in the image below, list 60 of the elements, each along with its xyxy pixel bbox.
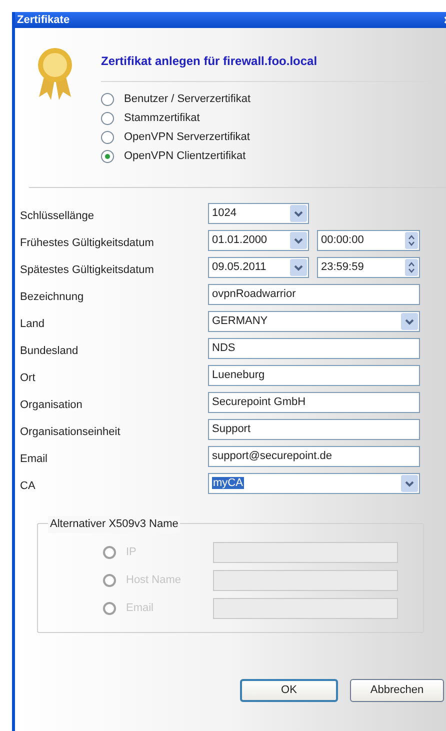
field-label: Bundesland <box>20 344 80 360</box>
field-value: 01.01.2000 <box>212 234 268 246</box>
spin-button[interactable] <box>405 232 418 249</box>
dialog-button[interactable]: Abbrechen <box>350 679 444 702</box>
field-value: GERMANY <box>212 315 268 328</box>
field-label: Land <box>20 317 46 332</box>
up-down-arrows-icon <box>408 235 415 246</box>
field-label: Organisation <box>20 398 84 414</box>
field-label: CA <box>20 479 36 494</box>
dropdown-button[interactable] <box>290 232 307 249</box>
award-ribbon-icon <box>35 45 75 101</box>
time-field[interactable]: 23:59:59 <box>317 257 420 278</box>
chevron-down-icon <box>405 480 414 486</box>
text-field[interactable]: NDS <box>208 338 420 359</box>
field-label: Organisationseinheit <box>20 425 122 440</box>
field-label: Spätestes Gültigkeitsdatum <box>20 263 155 278</box>
radio-label: Benutzer / Serverzertifikat <box>124 92 251 108</box>
dropdown-button[interactable] <box>401 313 418 330</box>
dropdown-button[interactable] <box>401 475 418 492</box>
text-field[interactable]: Lueneburg <box>208 365 420 386</box>
field-label: Frühestes Gültigkeitsdatum <box>20 236 155 252</box>
text-field[interactable]: support@securepoint.de <box>208 446 420 467</box>
text-field[interactable]: Securepoint GmbH <box>208 392 420 413</box>
radio-label: OpenVPN Clientzertifikat <box>124 149 246 164</box>
dialog-button[interactable]: OK <box>240 679 338 702</box>
field-label: Ort <box>20 371 36 386</box>
field-value: 09.05.2011 <box>212 261 266 274</box>
text-field[interactable]: ovpnRoadwarrior <box>208 284 420 305</box>
radio-button[interactable] <box>101 150 114 163</box>
radio-button[interactable] <box>101 93 114 106</box>
text-field[interactable]: Support <box>208 419 420 440</box>
group-title: Alternativer X509v3 Name <box>48 516 180 532</box>
text-field[interactable] <box>213 598 398 619</box>
up-down-arrows-icon <box>408 262 415 273</box>
window-title: Zertifikate <box>17 12 70 28</box>
field-label: Email <box>20 452 49 468</box>
radio-button[interactable] <box>101 112 114 125</box>
field-value: 1024 <box>212 207 236 220</box>
field-label: Bezeichnung <box>20 290 85 306</box>
dropdown-field[interactable]: 09.05.2011 <box>208 257 309 278</box>
dropdown-field[interactable]: 01.01.2000 <box>208 230 309 251</box>
radio-button[interactable] <box>101 131 114 144</box>
spin-button[interactable] <box>405 259 418 276</box>
field-value: myCA <box>212 477 244 490</box>
chevron-down-icon <box>294 238 303 244</box>
text-field[interactable] <box>213 542 398 563</box>
dropdown-button[interactable] <box>290 205 307 222</box>
text-field[interactable] <box>213 570 398 591</box>
dropdown-field[interactable]: myCA <box>208 473 420 494</box>
dropdown-field[interactable]: GERMANY <box>208 311 420 332</box>
dropdown-field[interactable]: 1024 <box>208 203 309 224</box>
dialog-heading: Zertifikat anlegen für firewall.foo.local <box>101 45 446 82</box>
radio-label: Stammzertifikat <box>124 111 200 126</box>
dropdown-button[interactable] <box>290 259 307 276</box>
field-label: Schlüssellänge <box>20 209 95 224</box>
chevron-down-icon <box>294 210 303 216</box>
time-field[interactable]: 00:00:00 <box>317 230 420 251</box>
radio-label: OpenVPN Serverzertifikat <box>124 130 250 146</box>
chevron-down-icon <box>405 318 414 324</box>
chevron-down-icon <box>294 264 303 270</box>
